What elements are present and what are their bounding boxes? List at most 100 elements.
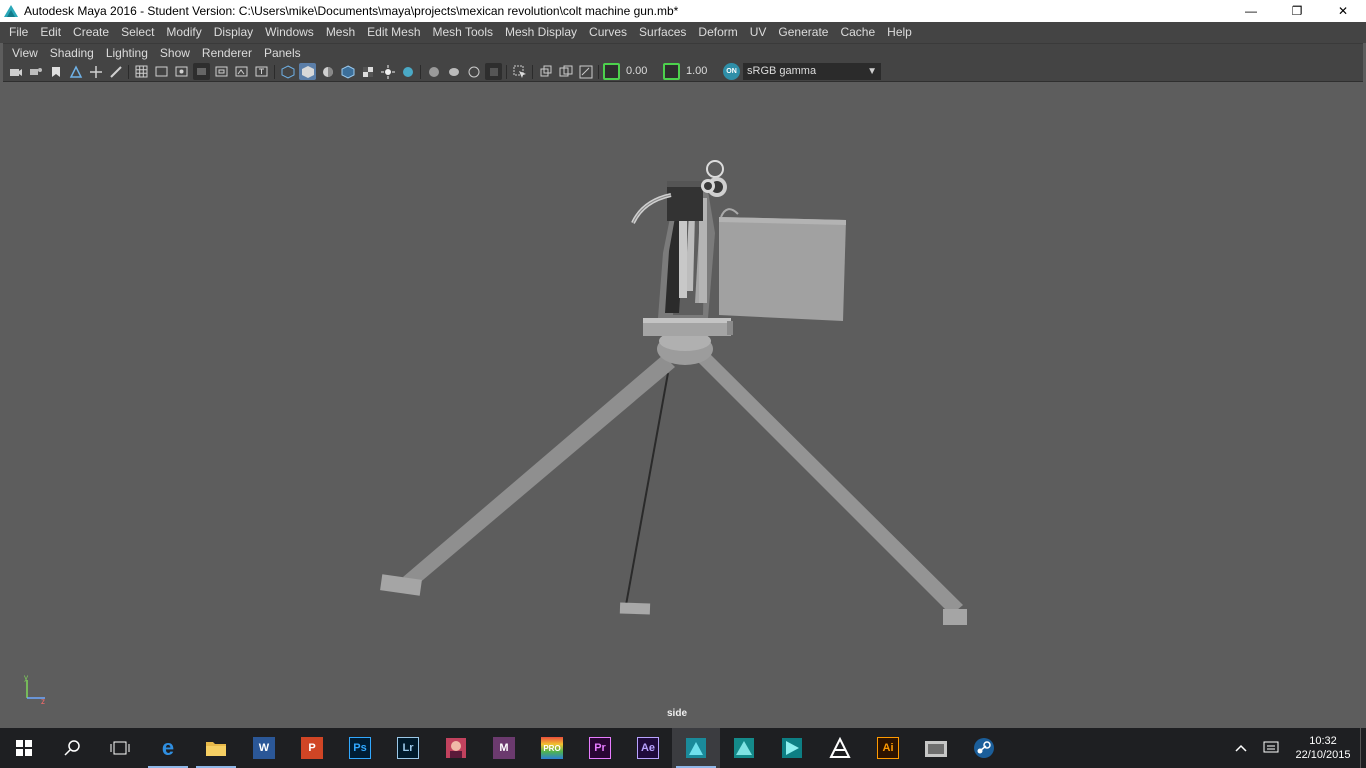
mudbox-app[interactable]: M: [480, 728, 528, 768]
search-icon: [64, 740, 80, 756]
pro-app[interactable]: PRO: [528, 728, 576, 768]
menu-cache[interactable]: Cache: [834, 22, 881, 43]
show-desktop-button[interactable]: [1360, 728, 1366, 768]
grease-pencil-icon[interactable]: [107, 63, 124, 80]
smooth-shade-icon[interactable]: [299, 63, 316, 80]
steam-app[interactable]: [960, 728, 1008, 768]
menu-deform[interactable]: Deform: [692, 22, 743, 43]
edge-app[interactable]: e: [144, 728, 192, 768]
panel-menu-view[interactable]: View: [6, 44, 44, 62]
color-management-icon[interactable]: ON: [723, 63, 740, 80]
grid-icon[interactable]: [133, 63, 150, 80]
lightroom-app[interactable]: Lr: [384, 728, 432, 768]
resolution-gate-icon[interactable]: [173, 63, 190, 80]
panel-menu-lighting[interactable]: Lighting: [100, 44, 154, 62]
illustrator-app[interactable]: Ai: [864, 728, 912, 768]
word-app[interactable]: W: [240, 728, 288, 768]
default-lighting-icon[interactable]: [319, 63, 336, 80]
menu-mesh[interactable]: Mesh: [320, 22, 361, 43]
exposure-icon[interactable]: [603, 63, 620, 80]
3dsmax-icon: [734, 738, 754, 758]
wireframe-icon[interactable]: [279, 63, 296, 80]
wireframe-on-shaded-icon[interactable]: [339, 63, 356, 80]
clock[interactable]: 10:32 22/10/2015: [1286, 734, 1360, 762]
panel-menu-show[interactable]: Show: [154, 44, 196, 62]
panel-menu-panels[interactable]: Panels: [258, 44, 307, 62]
chevron-up-icon: [1235, 744, 1247, 752]
3dsmax-app[interactable]: [720, 728, 768, 768]
screen-space-ao-icon[interactable]: [537, 63, 554, 80]
task-view-button[interactable]: [96, 728, 144, 768]
3ds-icon: [782, 738, 802, 758]
after-effects-app[interactable]: Ae: [624, 728, 672, 768]
portrait-icon: [446, 738, 466, 758]
menu-help[interactable]: Help: [881, 22, 918, 43]
menu-create[interactable]: Create: [67, 22, 115, 43]
premiere-app[interactable]: Pr: [576, 728, 624, 768]
textured-icon[interactable]: [359, 63, 376, 80]
close-button[interactable]: ✕: [1320, 0, 1366, 22]
select-camera-icon[interactable]: [7, 63, 24, 80]
3ds-app[interactable]: [768, 728, 816, 768]
camera-attributes-icon[interactable]: [27, 63, 44, 80]
menu-select[interactable]: Select: [115, 22, 160, 43]
photoshop-app[interactable]: Ps: [336, 728, 384, 768]
image-plane-icon[interactable]: [67, 63, 84, 80]
motion-blur-icon[interactable]: [557, 63, 574, 80]
zbrush-app[interactable]: [816, 728, 864, 768]
panel-menu-renderer[interactable]: Renderer: [196, 44, 258, 62]
xray-joints-icon[interactable]: [445, 63, 462, 80]
field-chart-icon[interactable]: [213, 63, 230, 80]
isolate-select-icon[interactable]: [511, 63, 528, 80]
tray-expand-button[interactable]: [1226, 728, 1256, 768]
zbrush-icon: [829, 737, 851, 758]
smooth-wireframe-icon[interactable]: [485, 63, 502, 80]
xray-icon[interactable]: [425, 63, 442, 80]
menu-mesh-display[interactable]: Mesh Display: [499, 22, 583, 43]
chevron-down-icon: ▼: [867, 66, 877, 77]
menu-generate[interactable]: Generate: [772, 22, 834, 43]
menu-edit-mesh[interactable]: Edit Mesh: [361, 22, 426, 43]
exposure-field[interactable]: 0.00: [623, 64, 657, 79]
gate-mask-icon[interactable]: [193, 63, 210, 80]
gamma-icon[interactable]: [663, 63, 680, 80]
photo-app[interactable]: [432, 728, 480, 768]
menu-edit[interactable]: Edit: [34, 22, 67, 43]
maya-app[interactable]: [672, 728, 720, 768]
machine-gun-model[interactable]: [3, 83, 1363, 727]
menu-curves[interactable]: Curves: [583, 22, 633, 43]
file-explorer-app[interactable]: [192, 728, 240, 768]
use-all-lights-icon[interactable]: [379, 63, 396, 80]
bookmark-icon[interactable]: [47, 63, 64, 80]
menu-display[interactable]: Display: [208, 22, 259, 43]
search-button[interactable]: [48, 728, 96, 768]
menu-mesh-tools[interactable]: Mesh Tools: [427, 22, 499, 43]
gamma-field[interactable]: 1.00: [683, 64, 717, 79]
menu-windows[interactable]: Windows: [259, 22, 320, 43]
backface-culling-icon[interactable]: [465, 63, 482, 80]
menu-modify[interactable]: Modify: [160, 22, 207, 43]
viewport-panel[interactable]: y z side: [3, 83, 1363, 727]
axis-z-label: z: [41, 697, 45, 704]
panel-menu-shading[interactable]: Shading: [44, 44, 100, 62]
film-gate-icon[interactable]: [153, 63, 170, 80]
menu-file[interactable]: File: [3, 22, 34, 43]
camera-app[interactable]: [912, 728, 960, 768]
anti-aliasing-icon[interactable]: [577, 63, 594, 80]
menu-uv[interactable]: UV: [744, 22, 773, 43]
toolbar-separator: [274, 64, 275, 79]
maximize-button[interactable]: ❐: [1274, 0, 1320, 22]
toolbar-separator: [598, 64, 599, 79]
maya-icon: [686, 738, 706, 758]
start-button[interactable]: [0, 728, 48, 768]
2d-pan-zoom-icon[interactable]: [87, 63, 104, 80]
safe-action-icon[interactable]: [233, 63, 250, 80]
menu-surfaces[interactable]: Surfaces: [633, 22, 692, 43]
safe-title-icon[interactable]: [253, 63, 270, 80]
powerpoint-app[interactable]: P: [288, 728, 336, 768]
notifications-button[interactable]: [1256, 728, 1286, 768]
view-transform-select[interactable]: sRGB gamma ▼: [743, 63, 881, 80]
shadows-icon[interactable]: [399, 63, 416, 80]
window-title-bar: Autodesk Maya 2016 - Student Version: C:…: [0, 0, 1366, 22]
minimize-button[interactable]: —: [1228, 0, 1274, 22]
